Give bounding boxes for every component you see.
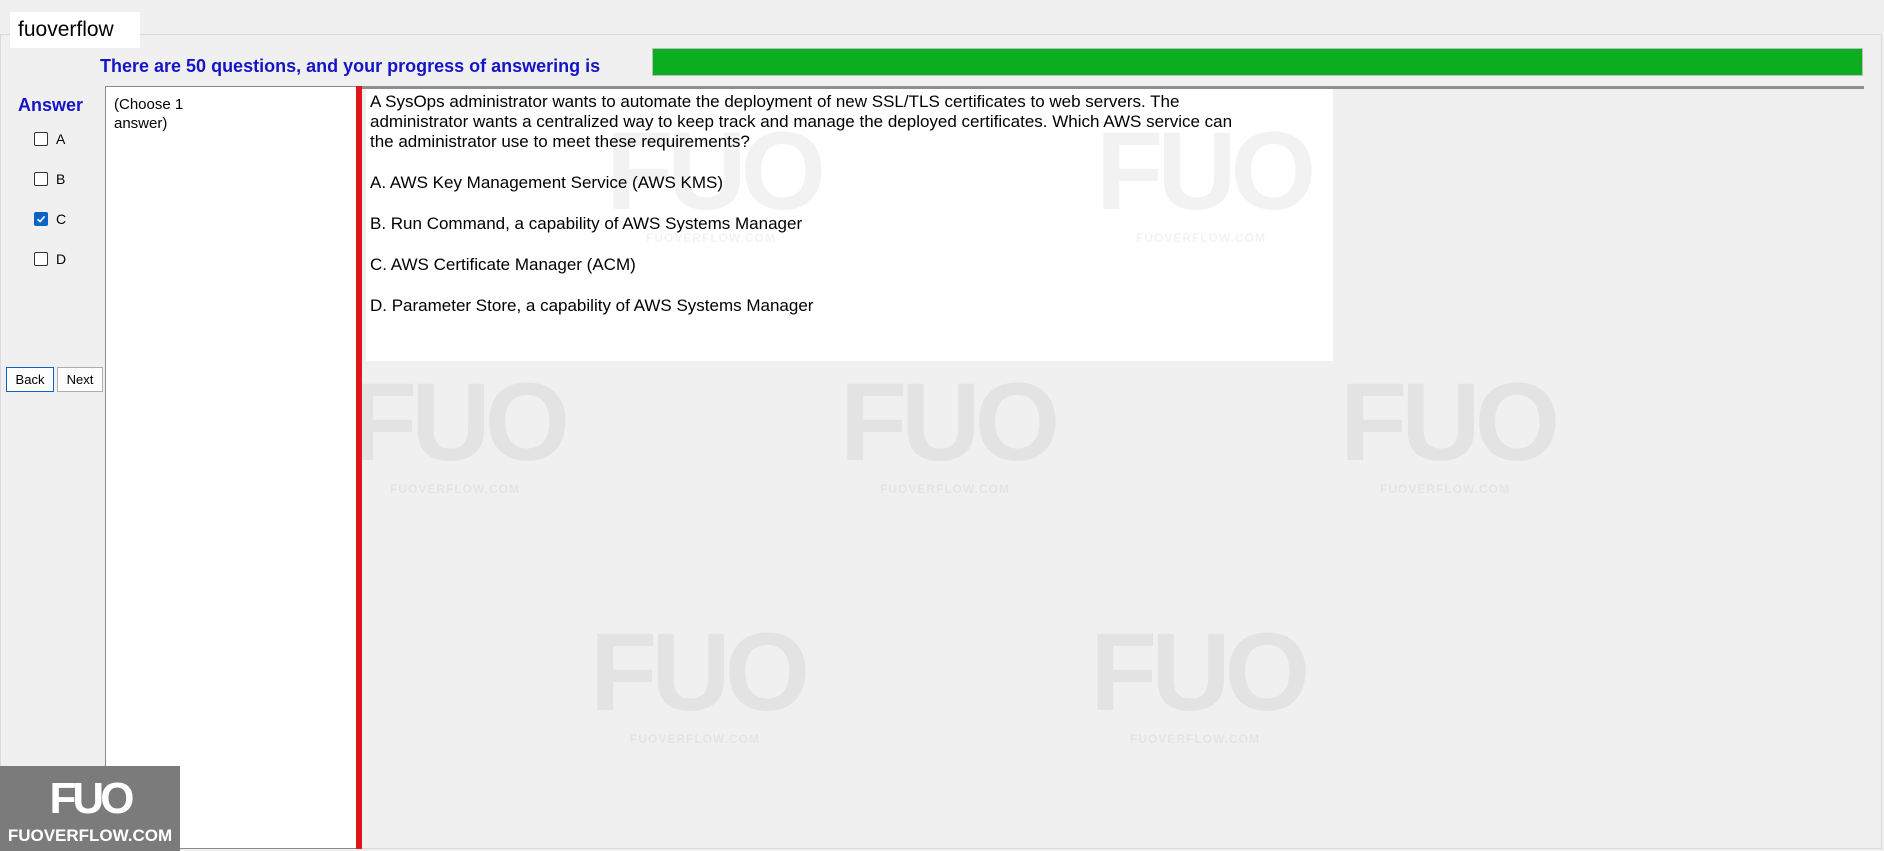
option-d[interactable]: D [34,249,66,269]
checkbox-b[interactable] [34,172,48,186]
instruction-text: (Choose 1 answer) [114,96,184,132]
option-a[interactable]: A [34,129,65,149]
checkbox-c[interactable] [34,212,48,226]
choice-a: A. AWS Key Management Service (AWS KMS) [370,173,724,192]
option-b[interactable]: B [34,169,65,189]
back-button[interactable]: Back [6,367,54,392]
divider-bar [356,86,362,849]
fuoverflow-logo: FUO FUOVERFLOW.COM [0,766,180,851]
checkbox-d[interactable] [34,252,48,266]
app-title: fuoverflow [10,12,140,48]
choice-b: B. Run Command, a capability of AWS Syst… [370,214,803,233]
check-icon [36,215,46,223]
instruction-panel: (Choose 1 answer) [105,86,357,849]
next-button[interactable]: Next [57,367,103,392]
question-panel: A SysOps administrator wants to automate… [366,89,1333,361]
question-text: A SysOps administrator wants to automate… [370,92,1233,151]
progress-label: There are 50 questions, and your progres… [100,56,601,76]
logo-mark: FUO [49,774,135,823]
option-label: A [56,131,66,147]
choice-d: D. Parameter Store, a capability of AWS … [370,296,814,315]
option-label: C [56,211,67,227]
option-c[interactable]: C [34,209,66,229]
progress-bar [652,48,1863,76]
option-label: D [56,251,67,267]
choice-c: C. AWS Certificate Manager (ACM) [370,255,636,274]
progress-bar-fill [653,49,1862,75]
logo-site: FUOVERFLOW.COM [7,826,173,845]
option-label: B [56,171,66,187]
answer-title: Answer [18,95,84,115]
checkbox-a[interactable] [34,132,48,146]
